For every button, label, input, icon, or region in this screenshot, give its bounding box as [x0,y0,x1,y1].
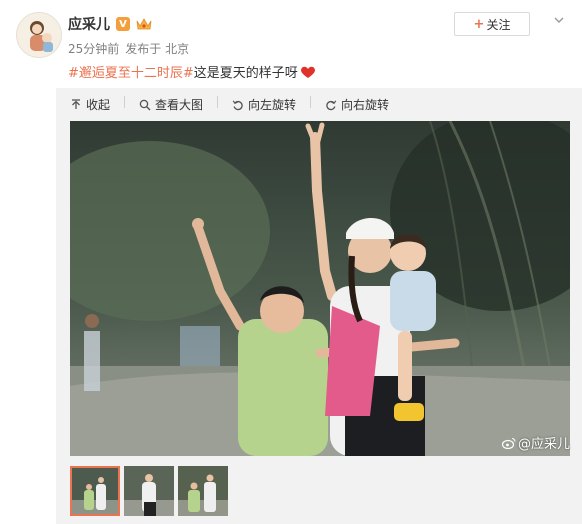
thumbnail-image [124,466,174,516]
plus-icon: + [473,16,485,32]
user-name[interactable]: 应采儿 [68,14,110,34]
thumbnail-3[interactable] [178,466,228,516]
chevron-down-icon[interactable] [553,14,565,26]
verified-badge-icon: V [116,17,130,31]
thumbnail-image [178,466,228,516]
main-photo[interactable] [70,121,570,456]
post-source: 发布于 北京 [125,42,190,56]
toolbar-divider [217,96,219,108]
weibo-logo-icon [502,437,516,449]
photo-image [70,121,570,456]
collapse-label: 收起 [86,98,111,112]
thumbnail-2[interactable] [124,466,174,516]
toolbar-divider [310,96,312,108]
collapse-button[interactable]: 收起 [70,96,110,113]
rotate-left-label: 向左旋转 [248,98,297,112]
heart-icon [300,66,315,78]
post-time[interactable]: 25分钟前 [68,40,119,57]
user-avatar[interactable] [16,12,62,58]
hashtag-link[interactable]: #邂逅夏至十二时辰# [68,62,194,81]
thumbnail-image [72,468,118,514]
photo-watermark: @应采儿 [502,433,570,452]
watermark-text: @应采儿 [518,437,571,452]
thumbnail-1[interactable] [70,466,120,516]
post-body: 这是夏天的样子呀 [193,66,298,81]
toolbar-divider [124,96,126,108]
rotate-right-icon [326,99,337,110]
rotate-right-label: 向右旋转 [341,98,390,112]
rotate-right-button[interactable]: 向右旋转 [325,96,389,113]
follow-button[interactable]: + 关注 [454,12,530,36]
search-icon [139,99,151,110]
avatar-illustration [17,13,61,57]
thumbnail-strip [70,466,228,516]
view-large-button[interactable]: 查看大图 [139,96,203,113]
rotate-left-icon [232,99,243,110]
post-text: #邂逅夏至十二时辰# 这是夏天的样子呀 [68,62,316,81]
media-toolbar: 收起 查看大图 向左旋转 向右旋转 [70,96,389,113]
rotate-left-button[interactable]: 向左旋转 [232,96,296,113]
vip-crown-icon[interactable] [136,17,152,31]
collapse-icon [72,98,80,109]
view-large-label: 查看大图 [155,98,204,112]
post-meta: 25分钟前 发布于 北京 [68,40,189,57]
weibo-post-card: 应采儿 V 25分钟前 发布于 北京 + 关注 #邂逅夏至十二时辰# 这是夏天的… [0,0,582,524]
follow-label: 关注 [486,17,511,32]
